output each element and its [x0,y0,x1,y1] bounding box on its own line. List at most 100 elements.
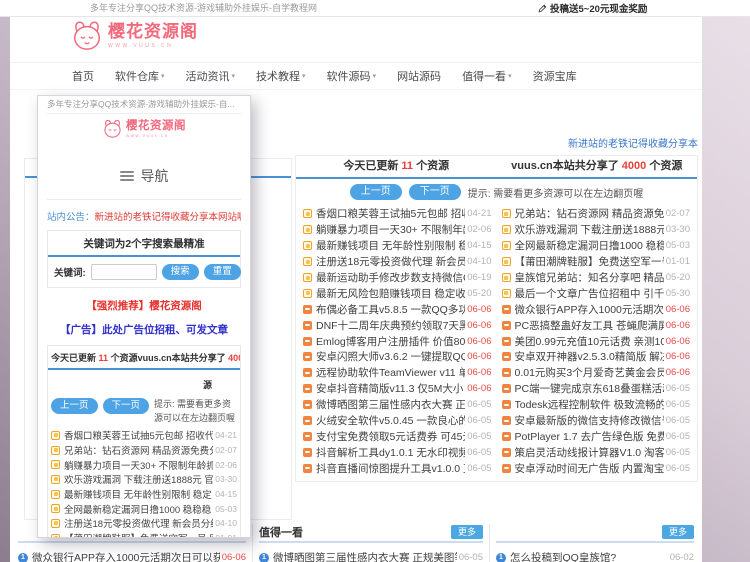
item-link[interactable]: PotPlayer 1.7 去广告绿色版 免费全能影音播 [515,429,664,444]
item-link[interactable]: DNF十二周年庆典预约领取7天黑钻 回归用户 [316,318,465,333]
reset-button[interactable]: 重置 [204,264,241,280]
list-item[interactable]: 微众银行APP存入1000元活期次日可以获得无 06-06 [502,301,691,317]
list-item[interactable]: 躺赚暴力项目一天30+ 不限制年龄抓紧上 02-06 [51,457,237,472]
item-link[interactable]: 【莆田潮牌鞋服】免费送空军一号 匡威1970s [515,254,664,269]
search-button[interactable]: 搜索 [162,264,199,280]
item-link[interactable]: 兄弟站：钻石资源网 精品资源免费分享基地 [515,206,664,221]
item-link[interactable]: 抖音直播间惊图提升工具v1.0.0 直播间自动发 [316,461,465,476]
item-link[interactable]: 皇族馆兄弟站：知名分享吧 精品资源分享基地 [515,270,664,285]
list-item[interactable]: 香烟口粮芙蓉王试抽5元包邮 招收代理 04-21 [303,206,492,222]
item-link[interactable]: Todesk远程控制软件 极致流畅的远程协助工具 [515,397,664,412]
more-button[interactable]: 更多 [662,525,694,539]
list-item[interactable]: Emlog博客用户注册插件 价值80元免费分享 06-06 [303,333,492,349]
item-link[interactable]: 怎么投稿到QQ皇族馆? [510,550,668,562]
item-link[interactable]: 微众银行APP存入1000元活期次日可以获得无门 [32,550,220,562]
item-link[interactable]: 兄弟站：钻石资源网 精品资源免费分享基 [64,443,213,457]
list-item[interactable]: 最新运动助手修改步数支持微信QQ+ZFB步 06-19 [303,270,492,286]
list-item[interactable]: 安卓最新版的微信支持修改微信号了！ IOS版 06-05 [502,413,691,429]
site-notice-link[interactable]: 新进站的老铁记得收藏分享本 [568,135,698,150]
popup-promo-recommend[interactable]: 【强烈推荐】樱花资源阁 [47,298,241,313]
item-link[interactable]: 微众银行APP存入1000元活期次日可以获得无 [515,302,664,317]
item-link[interactable]: 布偶必备工具v5.8.5 一款QQ多功能工具软件 [316,302,465,317]
list-item[interactable]: 美团0.99元充值10元话费 亲测10元话费秒到 06-06 [502,333,691,349]
item-link[interactable]: 微博晒图第三届性感内衣大赛 正规美图等你欣 [316,397,465,412]
item-link[interactable]: 香烟口粮芙蓉王试抽5元包邮 招收代理 [64,428,213,442]
next-page-button[interactable]: 下一页 [103,398,150,414]
item-link[interactable]: 最新赚钱项目 无年龄性别限制 稳定日撸300+ [316,238,465,253]
item-link[interactable]: 美团0.99元充值10元话费 亲测10元话费秒到 [515,334,664,349]
item-link[interactable]: 躺赚暴力项目一天30+ 不限制年龄抓紧上 [64,458,213,472]
item-link[interactable]: 安卓最新版的微信支持修改微信号了！ IOS版 [515,413,664,428]
prev-page-button[interactable]: 上一页 [51,398,98,414]
list-item[interactable]: PC端一键完成京东618叠蛋糕活动任务工具 06-05 [502,381,691,397]
list-item[interactable]: 注册送18元零投资做代理 新会员分红存1000 04-10 [303,254,492,270]
nav-item[interactable]: 活动资讯 [186,68,236,84]
item-link[interactable]: 最新赚钱项目 无年龄性别限制 稳定日撸 [64,487,213,501]
list-item[interactable]: 兄弟站：钻石资源网 精品资源免费分享基 02-07 [51,443,237,458]
item-link[interactable]: 抖音解析工具dy1.0.1 无水印视频一键解析软件 [316,445,465,460]
nav-item[interactable]: 软件源码 [327,68,377,84]
list-item[interactable]: PotPlayer 1.7 去广告绿色版 免费全能影音播 06-05 [502,428,691,444]
item-link[interactable]: PC恶搞整蛊好友工具 苍蝇爬满屏幕整蛊专家 效 [515,318,664,333]
list-item[interactable]: 1 微众银行APP存入1000元活期次日可以获得无门 06-06 [18,550,246,562]
item-link[interactable]: PC端一键完成京东618叠蛋糕活动任务工具 [515,381,664,396]
item-link[interactable]: 注册送18元零投资做代理 新会员分红存 [64,516,213,530]
list-item[interactable]: 最新赚钱项目 无年龄性别限制 稳定日撸 04-15 [51,487,237,502]
list-item[interactable]: 最新赚钱项目 无年龄性别限制 稳定日撸300+ 04-15 [303,238,492,254]
item-link[interactable]: 最后一个文章广告位招租中 引千万流 聚八方 [515,286,664,301]
submit-reward-link[interactable]: 投稿送5~20元现金奖励 [538,0,647,16]
nav-item[interactable]: 网站源码 [397,68,441,84]
item-link[interactable]: 躺赚暴力项目一天30+ 不限制年龄抓紧上车 [316,222,465,237]
list-item[interactable]: 全网最新稳定漏洞日撸1000 稳稳稳 05-03 [51,501,237,516]
list-item[interactable]: 注册送18元零投资做代理 新会员分红存 04-10 [51,516,237,531]
item-link[interactable]: 安卓浮动时间无广告版 内置淘宝/京东/苏宁/拼 [515,461,664,476]
list-item[interactable]: 【莆田潮牌鞋服】免费送空军一号 匡威1970s 01-01 [502,254,691,270]
popup-logo[interactable]: 樱花资源阁 www.vuus.cn [47,114,241,141]
list-item[interactable]: 兄弟站：钻石资源网 精品资源免费分享基地 02-07 [502,206,691,222]
list-item[interactable]: 抖音直播间惊图提升工具v1.0.0 直播间自动发 06-05 [303,460,492,476]
item-link[interactable]: 远程协助软件TeamViewer v11 单文件版 方便 [316,365,465,380]
item-link[interactable]: 注册送18元零投资做代理 新会员分红存1000 [316,254,465,269]
item-link[interactable]: 香烟口粮芙蓉王试抽5元包邮 招收代理 [316,206,465,221]
list-item[interactable]: 欢乐游戏漏洞 下载注册送1888元 官方合作 03-30 [502,222,691,238]
site-logo[interactable]: 樱花资源阁 WWW.VUUS.CN [70,20,198,52]
keyword-input[interactable] [91,264,157,280]
list-item[interactable]: 火绒安全软件v5.0.45 一款良心的国产安全软件 06-05 [303,413,492,429]
nav-item[interactable]: 首页 [72,68,94,84]
more-button[interactable]: 更多 [451,525,483,539]
list-item[interactable]: 皇族馆兄弟站：知名分享吧 精品资源分享基地 05-20 [502,270,691,286]
nav-item[interactable]: 技术教程 [256,68,306,84]
list-item[interactable]: 安卓抖音精简版v11.3 仅5M大小 支持账号登录 06-06 [303,381,492,397]
list-item[interactable]: 远程协助软件TeamViewer v11 单文件版 方便 06-06 [303,365,492,381]
nav-item[interactable]: 资源宝库 [533,68,577,84]
item-link[interactable]: 安卓双开神器v2.5.3.0精简版 解决多账号切换 [515,349,664,364]
item-link[interactable]: 最新无风险包赔赚钱项目 稳定收入200-500元 [316,286,465,301]
list-item[interactable]: 欢乐游戏漏洞 下载注册送1888元 官方合 03-30 [51,472,237,487]
item-link[interactable]: 安卓抖音精简版v11.3 仅5M大小 支持账号登录 [316,381,465,396]
list-item[interactable]: 策启灵活动线报计算器V1.0 淘客必备的一款软 06-05 [502,444,691,460]
list-item[interactable]: Todesk远程控制软件 极致流畅的远程协助工具 06-05 [502,397,691,413]
next-page-button[interactable]: 下一页 [409,184,461,200]
list-item[interactable]: 微博晒图第三届性感内衣大赛 正规美图等你欣 06-05 [303,397,492,413]
item-link[interactable]: 0.01元购买3个月爱奇艺黄金会员 仅限京东白 [515,365,664,380]
list-item[interactable]: 安卓双开神器v2.5.3.0精简版 解决多账号切换 06-06 [502,349,691,365]
list-item[interactable]: DNF十二周年庆典预约领取7天黑钻 回归用户 06-06 [303,317,492,333]
item-link[interactable]: 安卓闪照大师v3.6.2 一键提取QQ好友发的闪照 [316,349,465,364]
item-link[interactable]: 全网最新稳定漏洞日撸1000 稳稳稳 [64,502,213,516]
item-link[interactable]: 支付宝免费领取5元话费券 可45元充值三网50 [316,429,465,444]
list-item[interactable]: 1 微博晒图第三届性感内衣大赛 正规美图等你欣赏 06-05 [259,550,483,562]
list-item[interactable]: 安卓闪照大师v3.6.2 一键提取QQ好友发的闪照 06-06 [303,349,492,365]
list-item[interactable]: 【莆田潮牌鞋服】免费送空军一号 匡威 01-01 [51,531,237,538]
list-item[interactable]: 安卓浮动时间无广告版 内置淘宝/京东/苏宁/拼 06-05 [502,460,691,476]
item-link[interactable]: 欢乐游戏漏洞 下载注册送1888元 官方合作 [515,222,664,237]
item-link[interactable]: 策启灵活动线报计算器V1.0 淘客必备的一款软 [515,445,664,460]
item-link[interactable]: Emlog博客用户注册插件 价值80元免费分享 [316,334,465,349]
list-item[interactable]: 0.01元购买3个月爱奇艺黄金会员 仅限京东白 06-06 [502,365,691,381]
item-link[interactable]: 最新运动助手修改步数支持微信QQ+ZFB步 [316,270,465,285]
list-item[interactable]: 布偶必备工具v5.8.5 一款QQ多功能工具软件 06-06 [303,301,492,317]
item-link[interactable]: 【莆田潮牌鞋服】免费送空军一号 匡威 [64,531,213,538]
list-item[interactable]: 最后一个文章广告位招租中 引千万流 聚八方 05-30 [502,285,691,301]
list-item[interactable]: 最新无风险包赔赚钱项目 稳定收入200-500元 05-20 [303,285,492,301]
list-item[interactable]: 香烟口粮芙蓉王试抽5元包邮 招收代理 04-21 [51,428,237,443]
popup-promo-ad[interactable]: 【广告】此处广告位招租、可发文章 [47,322,241,337]
